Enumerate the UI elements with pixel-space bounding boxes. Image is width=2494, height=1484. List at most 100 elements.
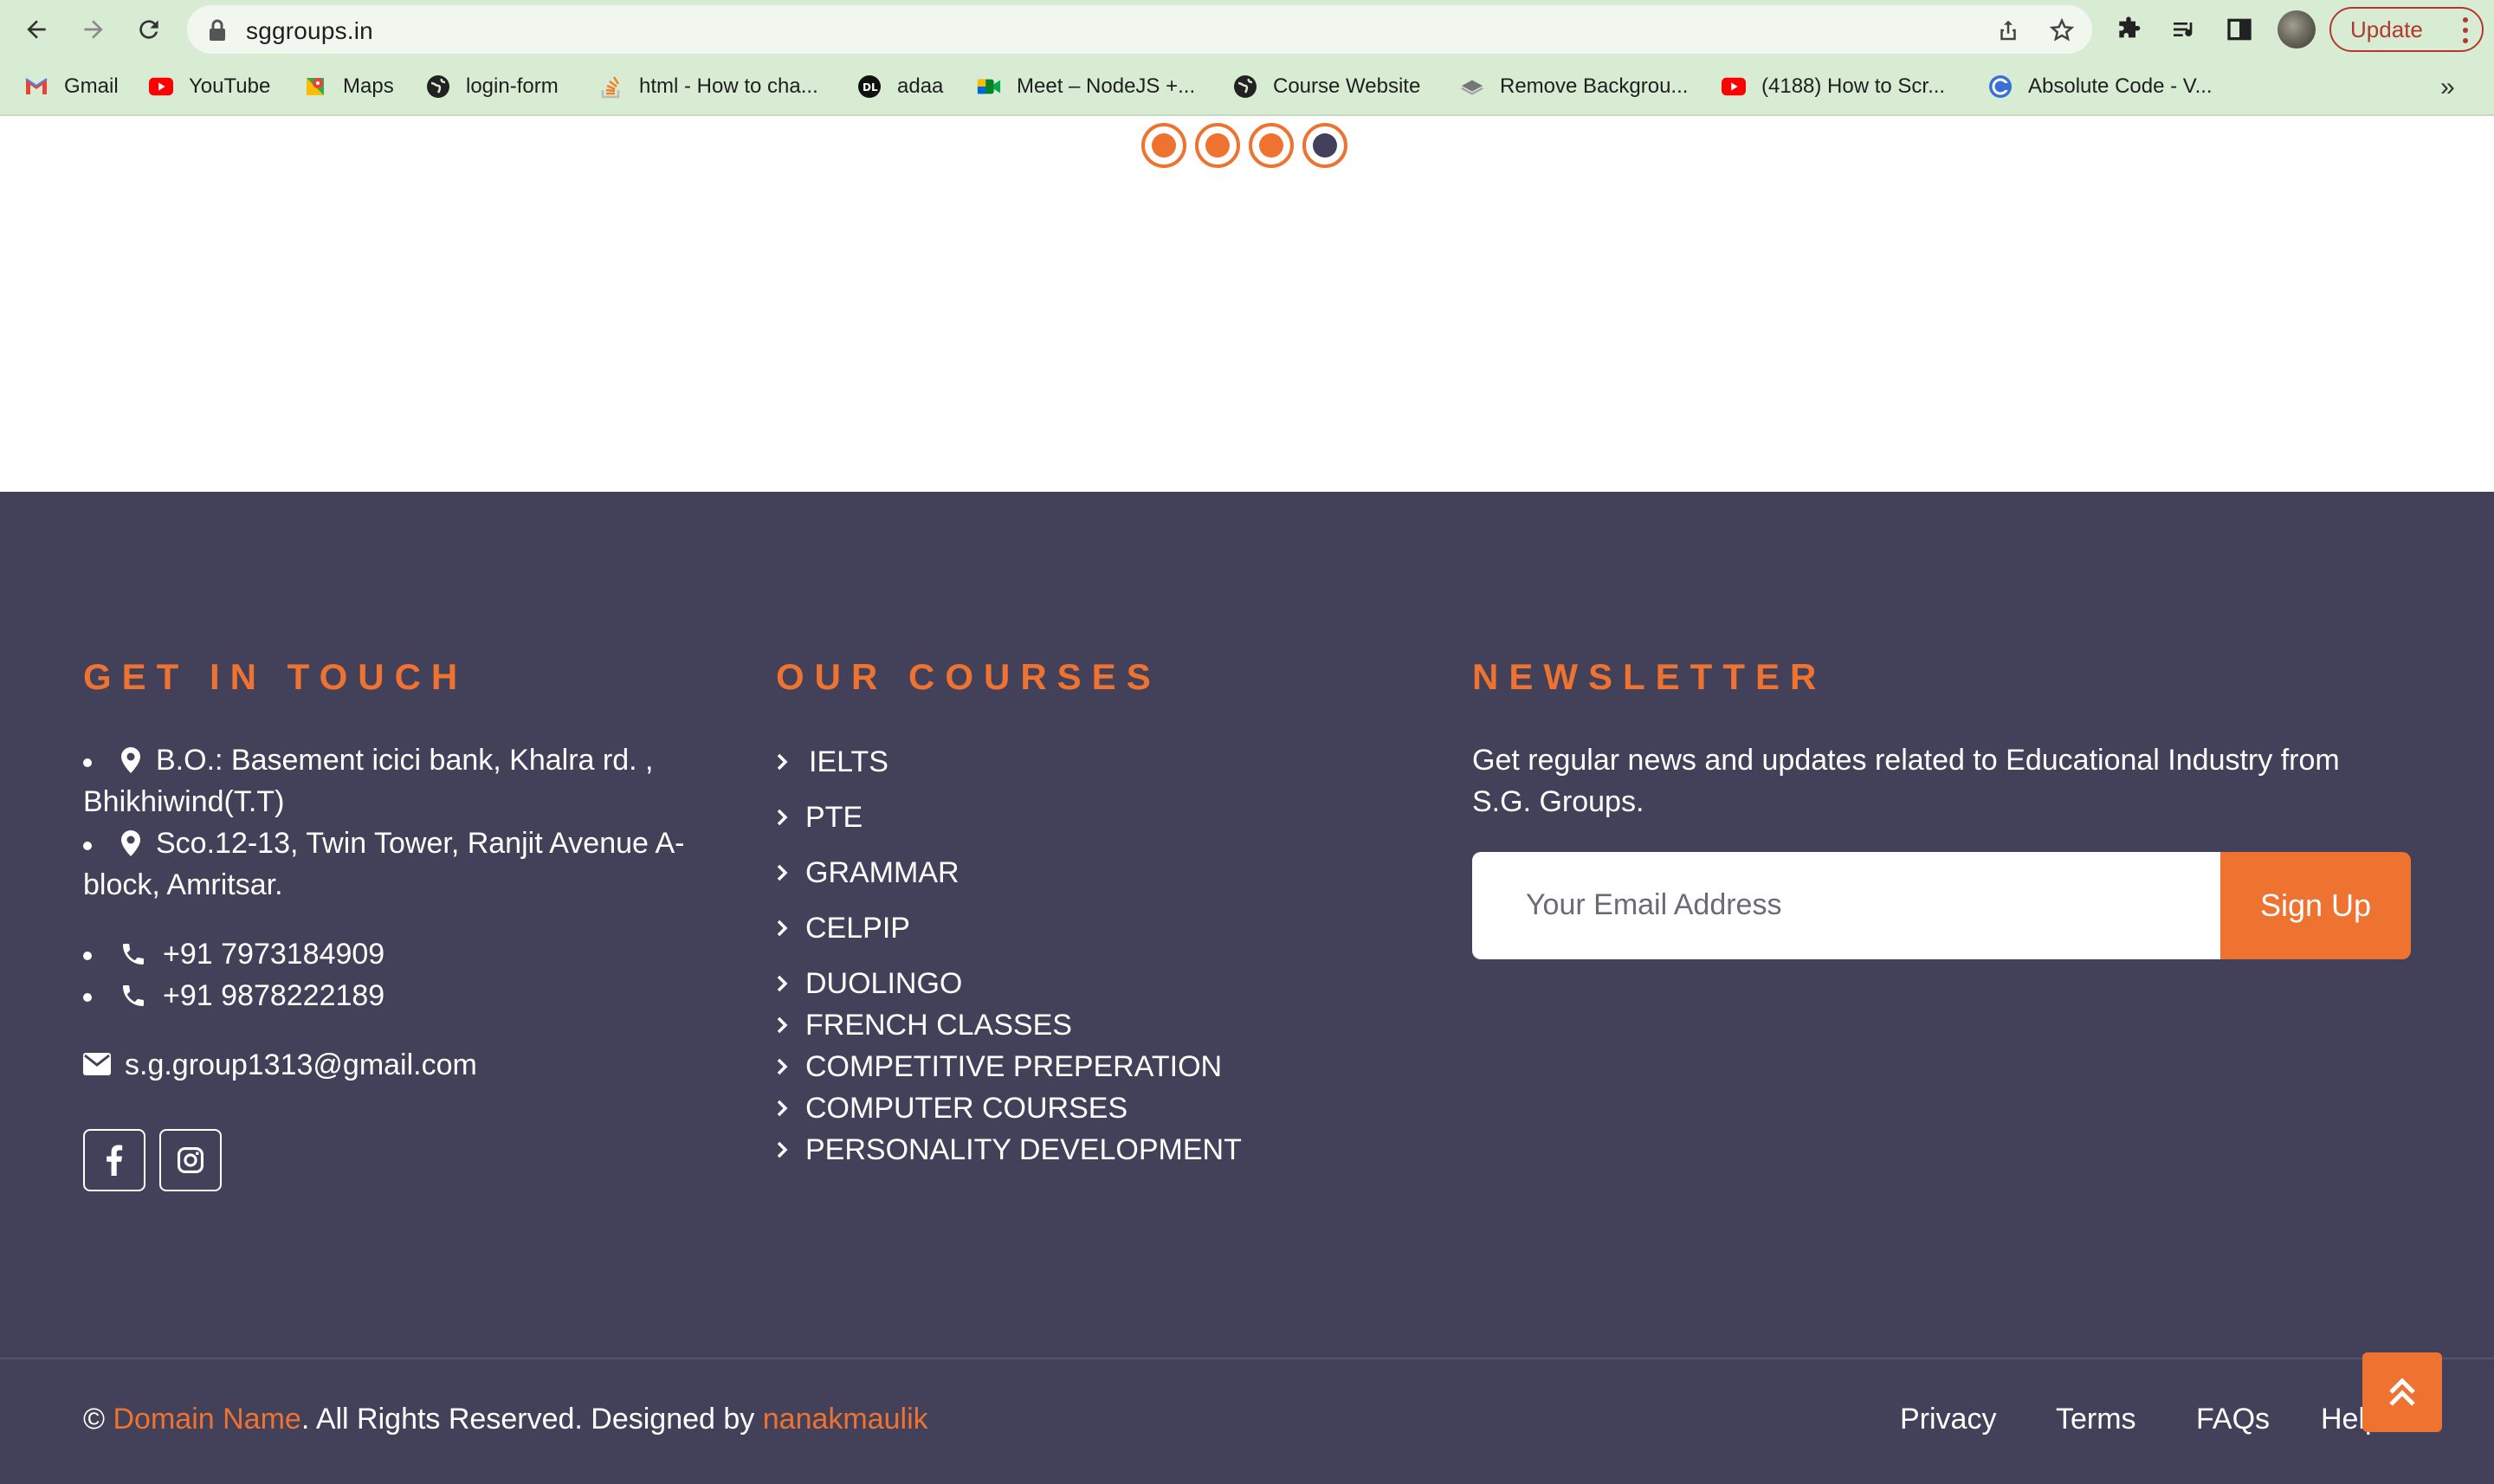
footer-link-faqs[interactable]: FAQs — [2196, 1403, 2270, 1436]
maps-icon — [303, 74, 327, 99]
chevron-right-icon — [777, 1141, 788, 1158]
back-button[interactable] — [19, 12, 54, 47]
url-text: sggroups.in — [246, 17, 373, 44]
chevron-right-icon — [777, 975, 788, 992]
course-link-pte[interactable]: PTE — [776, 800, 863, 835]
address-1-line-2: Bhikhiwind(T.T) — [83, 785, 285, 818]
map-pin-icon — [121, 747, 140, 773]
course-link-computer[interactable]: COMPUTER COURSES — [776, 1091, 1127, 1126]
map-pin-icon — [121, 830, 140, 856]
list-bullet — [83, 842, 92, 850]
dl-icon: DL — [857, 74, 882, 99]
newsletter-email-input[interactable]: Your Email Address — [1472, 852, 2220, 959]
course-link-french[interactable]: FRENCH CLASSES — [776, 1008, 1072, 1042]
chevron-right-icon — [777, 864, 788, 881]
newsletter-title: NEWSLETTER — [1472, 656, 1827, 697]
forward-button[interactable] — [76, 12, 111, 47]
facebook-button[interactable] — [83, 1129, 145, 1191]
reading-list-icon[interactable] — [2168, 14, 2200, 45]
arrow-right-icon — [84, 20, 103, 39]
bookmark-remove-background[interactable]: Remove Backgrou... — [1460, 68, 1688, 106]
bookmark-stackoverflow[interactable]: html - How to cha... — [599, 68, 818, 106]
carousel-indicators — [1141, 123, 1358, 168]
facebook-icon — [107, 1145, 123, 1176]
globe-icon — [426, 74, 450, 99]
bookmark-maps[interactable]: Maps — [303, 68, 394, 106]
course-link-grammar[interactable]: GRAMMAR — [776, 855, 959, 890]
bookmark-meet[interactable]: Meet – NodeJS +... — [977, 68, 1195, 106]
course-link-personality[interactable]: PERSONALITY DEVELOPMENT — [776, 1132, 1242, 1167]
footer-link-terms[interactable]: Terms — [2056, 1403, 2136, 1436]
chevron-right-icon — [777, 1016, 788, 1034]
stackoverflow-icon — [599, 74, 624, 99]
course-link-celpip[interactable]: CELPIP — [776, 911, 910, 945]
youtube-icon — [1722, 74, 1746, 99]
update-button[interactable]: Update — [2329, 7, 2484, 52]
email-placeholder: Your Email Address — [1526, 888, 1782, 921]
envelope-icon — [83, 1053, 111, 1075]
phone-icon — [123, 985, 144, 1006]
carousel-dot-3[interactable] — [1249, 123, 1294, 168]
bookmarks-bar: Gmail YouTube Maps login-form html - How… — [0, 68, 2494, 106]
ac-icon — [1988, 74, 2013, 99]
carousel-dot-2[interactable] — [1195, 123, 1240, 168]
newsletter-text-line-2: S.G. Groups. — [1472, 785, 1644, 818]
arrow-left-icon — [27, 20, 46, 39]
chevron-right-icon — [777, 919, 788, 937]
course-link-competitive[interactable]: COMPETITIVE PREPERATION — [776, 1049, 1222, 1084]
youtube-icon — [149, 74, 173, 99]
share-icon[interactable] — [1995, 17, 2021, 43]
more-menu-icon — [2463, 17, 2468, 43]
contact-title: GET IN TOUCH — [83, 656, 468, 697]
address-bar[interactable]: sggroups.in — [187, 5, 2092, 54]
bookmark-youtube[interactable]: YouTube — [149, 68, 270, 106]
copyright-text: © Domain Name. All Rights Reserved. Desi… — [83, 1403, 928, 1436]
signup-button[interactable]: Sign Up — [2220, 852, 2411, 959]
profile-avatar[interactable] — [2278, 10, 2316, 48]
bookmark-gmail[interactable]: Gmail — [24, 68, 119, 106]
address-2-line-2: block, Amritsar. — [83, 868, 283, 901]
chevron-right-icon — [777, 1058, 788, 1075]
double-chevron-up-icon — [2389, 1378, 2415, 1406]
back-to-top-button[interactable] — [2362, 1352, 2442, 1432]
bookmark-youtube-video[interactable]: (4188) How to Scr... — [1722, 68, 1945, 106]
reload-button[interactable] — [132, 12, 166, 47]
phone-icon — [123, 944, 144, 965]
address-1-line-1: B.O.: Basement icici bank, Khalra rd. , — [156, 744, 654, 777]
phone-number-1[interactable]: +91 7973184909 — [163, 938, 384, 971]
globe-icon — [1233, 74, 1257, 99]
footer-divider — [0, 1358, 2494, 1359]
instagram-icon — [177, 1146, 204, 1174]
bookmark-course-website[interactable]: Course Website — [1233, 68, 1420, 106]
instagram-button[interactable] — [159, 1129, 222, 1191]
list-bullet — [83, 952, 92, 960]
course-link-ielts[interactable]: IELTS — [776, 745, 888, 779]
address-2-line-1: Sco.12-13, Twin Tower, Ranjit Avenue A- — [156, 827, 685, 860]
svg-text:DL: DL — [863, 81, 878, 94]
phone-number-2[interactable]: +91 9878222189 — [163, 979, 384, 1013]
bookmark-adaa[interactable]: DL adaa — [857, 68, 943, 106]
chevron-right-icon — [777, 1100, 788, 1117]
contact-email[interactable]: s.g.group1313@gmail.com — [125, 1048, 477, 1082]
course-link-duolingo[interactable]: DUOLINGO — [776, 966, 962, 1001]
carousel-dot-4[interactable] — [1302, 123, 1347, 168]
newsletter-text-line-1: Get regular news and updates related to … — [1472, 744, 2340, 777]
bookmarks-overflow-button[interactable]: » — [2440, 73, 2455, 102]
domain-name-link[interactable]: Domain Name — [113, 1403, 301, 1436]
chevron-right-icon — [777, 753, 788, 771]
chevron-right-icon — [777, 809, 788, 826]
star-icon[interactable] — [2049, 17, 2075, 43]
layers-icon — [1460, 74, 1484, 99]
lock-icon — [210, 19, 225, 41]
footer-link-privacy[interactable]: Privacy — [1900, 1403, 1996, 1436]
courses-title: OUR COURSES — [776, 656, 1161, 697]
bookmark-absolute-code[interactable]: Absolute Code - V... — [1988, 68, 2213, 106]
gmail-icon — [24, 74, 48, 99]
list-bullet — [83, 993, 92, 1002]
carousel-dot-1[interactable] — [1141, 123, 1186, 168]
extensions-icon[interactable] — [2113, 14, 2144, 45]
bookmark-login-form[interactable]: login-form — [426, 68, 559, 106]
designer-link[interactable]: nanakmaulik — [763, 1403, 928, 1436]
browser-toolbar: sggroups.in Update — [0, 0, 2494, 59]
side-panel-icon[interactable] — [2224, 14, 2255, 45]
